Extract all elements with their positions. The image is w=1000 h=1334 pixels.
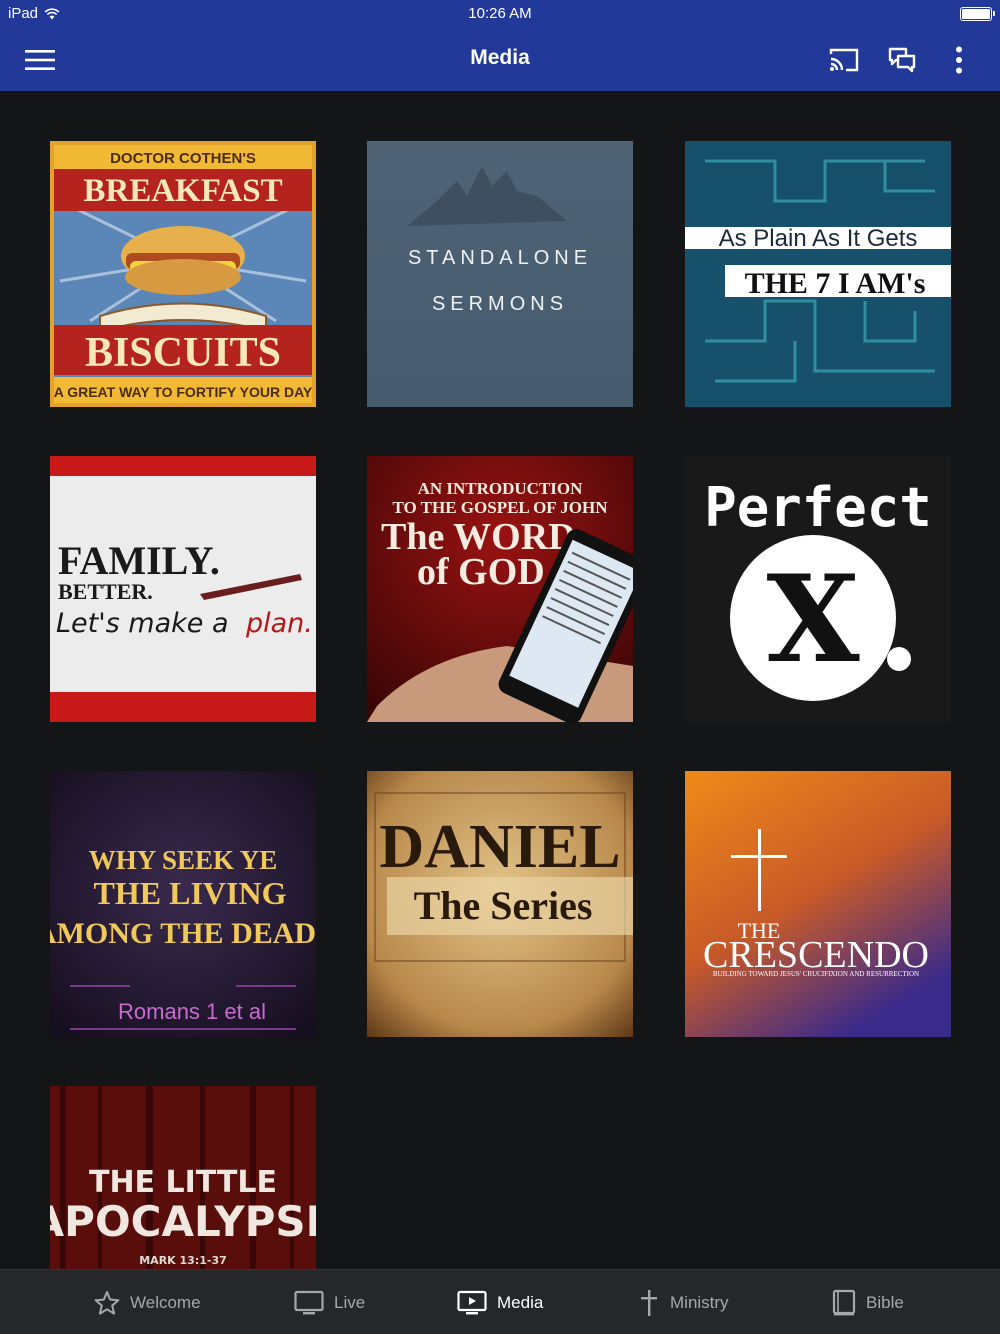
book-icon [832,1289,856,1315]
tile-artwork: Perfect X [685,456,951,722]
app-root: iPad 10:26 AM Media DOCTOR COTHEN'S BREA… [0,0,1000,1334]
tab-bible[interactable]: Bible [832,1270,904,1334]
tile-text: X [766,549,859,690]
tab-label: Welcome [130,1292,201,1312]
tile-artwork: DOCTOR COTHEN'S BREAKFAST BISCUITS A GRE… [50,141,316,407]
tile-text: SERMONS [432,293,568,315]
tile-text: DOCTOR COTHEN'S [110,150,256,167]
tile-text: DANIEL [379,813,620,881]
tile-artwork: THE CRESCENDO BUILDING TOWARD JESUS' CRU… [685,771,951,1037]
tile-text: STANDALONE [408,247,592,269]
tab-media[interactable]: Media [457,1270,543,1334]
tile-text: The Series [414,883,593,928]
tile-text: Romans 1 et al [118,999,266,1024]
tab-label: Media [497,1292,544,1312]
tile-text: THE 7 I AM's [745,267,926,300]
star-icon [94,1290,120,1315]
tile-artwork: DANIEL The Series [367,771,633,1037]
chat-button[interactable] [884,42,920,78]
monitor-icon [294,1290,324,1314]
tile-text: plan. [245,608,313,639]
chat-icon [888,47,916,73]
tile-text: AMONG THE DEAD? [50,917,316,950]
tile-text: THE LIVING [94,875,287,911]
more-button[interactable] [941,42,977,78]
tile-text: BETTER. [58,579,153,604]
tile-text: AN INTRODUCTION [418,479,584,498]
cast-button[interactable] [826,42,862,78]
tile-text: TO THE GOSPEL OF JOHN [392,498,608,517]
top-bar: iPad 10:26 AM Media [0,0,1000,91]
tile-artwork: STANDALONE SERMONS [367,141,633,407]
nav-bar: Media [0,28,1000,91]
status-time: 10:26 AM [468,5,532,22]
tile-artwork: THE LITTLE APOCALYPSE MARK 13:1-37 [50,1086,316,1269]
tab-label: Bible [866,1292,904,1312]
tab-ministry[interactable]: Ministry [638,1270,729,1334]
tile-artwork: WHY SEEK YE THE LIVING AMONG THE DEAD? R… [50,771,316,1037]
media-tile-perfect-x[interactable]: Perfect X [685,456,951,722]
tile-text: Let's make a [56,608,229,639]
play-screen-icon [457,1290,487,1314]
media-tile-word-of-god[interactable]: AN INTRODUCTION TO THE GOSPEL OF JOHN Th… [367,456,633,722]
tile-text: Perfect [704,476,932,539]
media-tile-little-apocalypse[interactable]: THE LITTLE APOCALYPSE MARK 13:1-37 [50,1086,316,1269]
tile-text: of GOD [417,551,545,593]
media-tile-standalone-sermons[interactable]: STANDALONE SERMONS [367,141,633,407]
cross-icon [641,1289,657,1316]
tile-artwork: AN INTRODUCTION TO THE GOSPEL OF JOHN Th… [367,456,633,722]
tile-text: APOCALYPSE [50,1197,316,1246]
tab-label: Ministry [670,1292,729,1312]
tile-text: BISCUITS [85,330,281,376]
tile-text: THE LITTLE [89,1165,277,1200]
tile-text: BUILDING TOWARD JESUS' CRUCIFIXION AND R… [713,970,919,978]
tile-text: WHY SEEK YE [89,845,278,875]
cast-icon [829,48,859,72]
media-tile-family-better[interactable]: FAMILY. BETTER. Let's make a plan. [50,456,316,722]
media-tile-breakfast-biscuits[interactable]: DOCTOR COTHEN'S BREAKFAST BISCUITS A GRE… [50,141,316,407]
tile-text: MARK 13:1-37 [139,1254,227,1267]
tile-text: A GREAT WAY TO FORTIFY YOUR DAY [54,384,313,400]
tile-text: FAMILY. [58,538,220,583]
media-tile-daniel[interactable]: DANIEL The Series [367,771,633,1037]
media-tile-crescendo[interactable]: THE CRESCENDO BUILDING TOWARD JESUS' CRU… [685,771,951,1037]
tab-bar: Welcome Live Media Ministry Bible [0,1269,1000,1334]
media-tile-why-seek-ye[interactable]: WHY SEEK YE THE LIVING AMONG THE DEAD? R… [50,771,316,1037]
media-tile-7-i-ams[interactable]: As Plain As It Gets THE 7 I AM's [685,141,951,407]
tab-welcome[interactable]: Welcome [94,1270,201,1334]
tile-text: As Plain As It Gets [719,225,918,252]
tab-live[interactable]: Live [294,1270,365,1334]
tab-label: Live [334,1292,366,1312]
more-vertical-icon [956,46,962,74]
tile-artwork: As Plain As It Gets THE 7 I AM's [685,141,951,407]
status-bar: iPad 10:26 AM [0,0,1000,28]
battery-icon [960,7,995,21]
tile-artwork: FAMILY. BETTER. Let's make a plan. [50,456,316,722]
tile-text: BREAKFAST [83,173,282,209]
